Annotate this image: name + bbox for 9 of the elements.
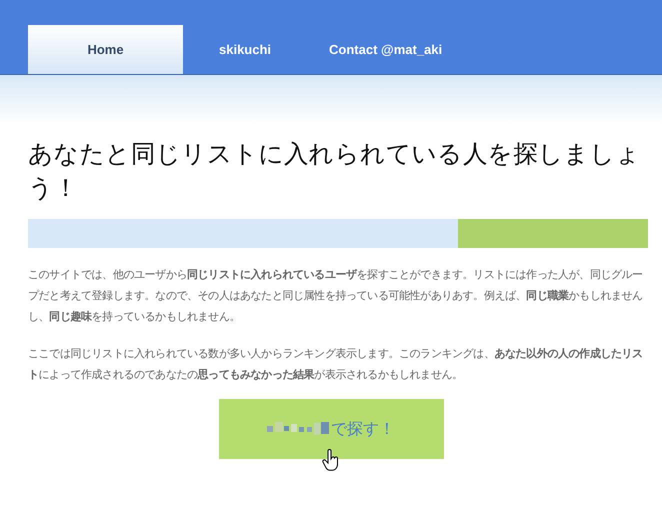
page-heading: あなたと同じリストに入れられている人を探しましょう！ xyxy=(28,138,642,204)
nav-tab[interactable]: Home xyxy=(28,25,183,74)
search-button[interactable]: で探す！ xyxy=(218,399,444,459)
nav-tab[interactable]: skikuchi xyxy=(201,25,290,74)
description-paragraph: ここでは同じリストに入れられている数が多い人からランキング表示します。このランキングは、あなた以外の人の作成したリストによって作成されるのであなたの思ってもみなかった結果が表示されるかもしれません。 xyxy=(28,346,644,383)
hand-pointer-icon xyxy=(322,449,340,473)
description-paragraph: このサイトでは、他のユーザから同じリストに入れられているユーザを探すことができます。リストには作った人が、同じグループだと考えて登録します。なので、その人はあなたと同じ属性を持っている可能性がありあす。例えば、同じ職業かもしれませんし、同じ趣味を持っているかもしれません。 xyxy=(28,267,644,325)
nav-tab[interactable]: Contact @mat_aki xyxy=(311,25,460,74)
redacted-name-drawing xyxy=(267,422,329,436)
